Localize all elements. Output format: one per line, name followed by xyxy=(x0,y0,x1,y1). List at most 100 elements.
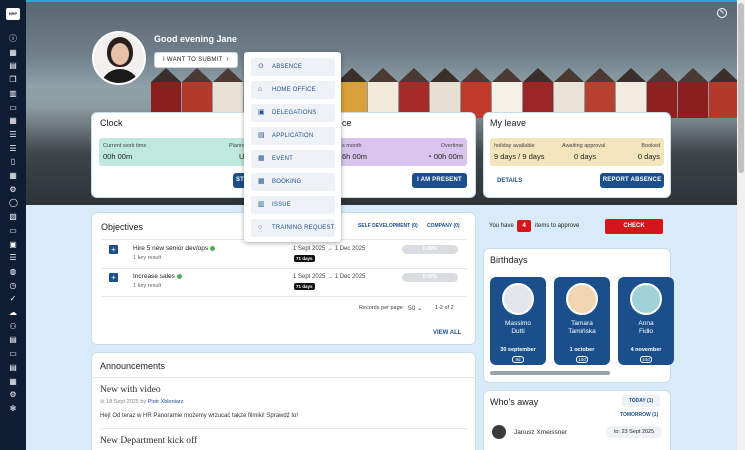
objective-subtitle: 1 key result xyxy=(133,283,162,289)
i-am-present-button[interactable]: I AM PRESENT xyxy=(412,173,467,188)
archive-icon[interactable]: ▤ xyxy=(9,363,17,372)
submit-menu: ⊙ ABSENCE ⌂ HOME OFFICE ▣ DELEGATIONS ▤ APPLICA… xyxy=(244,52,341,242)
announcement-date: 18 Sept 2025 by xyxy=(106,399,147,405)
menu-item-label: APPLICATION xyxy=(272,133,314,139)
scrollbar-thumb[interactable] xyxy=(738,3,744,173)
chat-icon[interactable]: ▭ xyxy=(9,226,17,235)
document-icon[interactable]: ▤ xyxy=(9,62,17,70)
report-absence-button[interactable]: REPORT ABSENCE xyxy=(600,173,664,188)
avatar xyxy=(630,283,662,315)
grid-icon[interactable]: ▦ xyxy=(9,48,17,57)
menu-item-training-request[interactable]: ○ TRAINING REQUEST xyxy=(251,219,335,237)
cloud-icon[interactable]: ☁ xyxy=(9,309,17,317)
awaiting-value: 0 days xyxy=(574,152,597,161)
menu-item-event[interactable]: ▦ EVENT xyxy=(251,150,335,168)
expand-objective-button[interactable]: + xyxy=(109,273,118,282)
records-per-page-select[interactable]: 50 ⌄ xyxy=(408,304,423,312)
greeting-text: Good evening Jane xyxy=(154,34,238,44)
info-icon[interactable]: ⓘ xyxy=(9,35,17,43)
circle-icon[interactable]: ◯ xyxy=(9,199,18,207)
away-until-badge: to: 23 Sept 2025 xyxy=(606,426,662,438)
booked-value: 0 days xyxy=(637,152,660,161)
list-icon[interactable]: ☰ xyxy=(9,130,17,139)
list-icon[interactable]: ☰ xyxy=(9,254,17,262)
progress-bar: 0.00% xyxy=(402,245,458,254)
tab-tomorrow[interactable]: TOMORROW (1) xyxy=(620,412,658,418)
divider xyxy=(100,428,467,429)
overtime-label: Overtime xyxy=(440,143,463,149)
person-icon[interactable]: ▯ xyxy=(9,158,17,166)
calendar-icon[interactable]: ▦ xyxy=(9,117,17,125)
avatar[interactable] xyxy=(92,31,146,85)
calendar-icon[interactable]: ▦ xyxy=(9,377,17,386)
last-name: Tamińska xyxy=(568,328,596,335)
objective-title-text: Increase sales xyxy=(133,273,175,280)
my-leave-card: My leave holiday available 9 days / 9 da… xyxy=(483,112,671,198)
objective-title[interactable]: Increase sales xyxy=(133,273,182,280)
card-icon[interactable]: ▭ xyxy=(9,350,17,358)
edit-banner-icon[interactable]: ✎ xyxy=(717,8,727,18)
check-button[interactable]: CHECK xyxy=(605,219,663,234)
menu-item-absence[interactable]: ⊙ ABSENCE xyxy=(251,58,335,76)
divider xyxy=(102,296,467,297)
chat-icon[interactable]: ▭ xyxy=(9,103,17,112)
hidden-eye-icon: ⊘ xyxy=(100,399,105,405)
copy-icon[interactable]: ❐ xyxy=(9,76,17,84)
month-label: s month xyxy=(342,143,362,149)
avatar xyxy=(502,283,534,315)
announcements-title: Announcements xyxy=(100,361,166,371)
people-icon[interactable]: ⚇ xyxy=(9,322,17,331)
horizontal-scrollbar[interactable] xyxy=(490,371,610,375)
announcement-author-link[interactable]: Piotr Xbłoniarz xyxy=(148,399,184,405)
announcement-meta: ⊘ 18 Sept 2025 by Piotr Xbłoniarz xyxy=(100,399,184,405)
app-logo[interactable]: HRP xyxy=(6,8,20,20)
check-icon[interactable]: ✓ xyxy=(9,295,17,303)
tab-company[interactable]: COMPANY (0) xyxy=(427,223,460,229)
book-icon[interactable]: ▣ xyxy=(9,240,17,249)
trash-icon: ▥ xyxy=(258,201,265,208)
menu-item-issue[interactable]: ▥ ISSUE xyxy=(251,196,335,214)
records-per-page-label: Records per page: xyxy=(359,305,405,311)
menu-item-booking[interactable]: ▦ BOOKING xyxy=(251,173,335,191)
birthday-card[interactable]: Tamara Tamińska 1 october 10d xyxy=(554,277,610,365)
menu-item-label: HOME OFFICE xyxy=(272,87,316,93)
objective-title[interactable]: Hire 5 new senior dev/ops xyxy=(133,245,216,252)
announcement-title[interactable]: New Department kick off xyxy=(100,436,197,446)
announcement-title[interactable]: New with video xyxy=(100,385,161,395)
birthday-card[interactable]: Massimo Dutti 30 september 9d xyxy=(490,277,546,365)
clock-title: Clock xyxy=(100,118,123,128)
settings-icon[interactable]: ⚙ xyxy=(9,185,17,194)
tab-today[interactable]: TODAY (1) xyxy=(622,395,660,407)
home-icon: ⌂ xyxy=(258,86,263,93)
person-clock-icon: ⊙ xyxy=(258,63,265,70)
last-name: Dutti xyxy=(511,328,525,335)
leave-panel: holiday available 9 days / 9 days Awaiti… xyxy=(490,138,664,166)
menu-item-home-office[interactable]: ⌂ HOME OFFICE xyxy=(251,81,335,99)
view-all-link[interactable]: VIEW ALL xyxy=(433,330,461,336)
calendar-icon[interactable]: ▦ xyxy=(9,172,17,180)
divider xyxy=(102,268,467,269)
birthday-date: 4 november xyxy=(630,347,662,353)
clock-icon[interactable]: ◷ xyxy=(9,281,17,290)
overtime-clock-icon: ◔ xyxy=(427,152,432,161)
birthday-card[interactable]: Anna Fidło 4 november 44d xyxy=(618,277,674,365)
details-link[interactable]: DETAILS xyxy=(497,178,522,184)
tab-self-development[interactable]: SELF DEVELOPMENT (0) xyxy=(358,223,418,229)
announcements-card: Announcements New with video ⊘ 18 Sept 2… xyxy=(91,352,476,450)
i-want-to-submit-button[interactable]: I WANT TO SUBMIT › xyxy=(154,52,238,68)
page-scrollbar[interactable] xyxy=(737,0,745,450)
image-icon[interactable]: ▨ xyxy=(9,213,17,221)
divider xyxy=(92,377,475,378)
booked-label: Booked xyxy=(641,143,660,149)
globe-icon[interactable]: ◍ xyxy=(9,267,17,276)
gear-icon[interactable]: ⚙ xyxy=(9,391,17,399)
menu-item-delegations[interactable]: ▣ DELEGATIONS xyxy=(251,104,335,122)
birthday-date: 30 september xyxy=(500,347,536,353)
expand-objective-button[interactable]: + xyxy=(109,245,118,254)
list-icon[interactable]: ☰ xyxy=(9,144,17,153)
document-icon[interactable]: ▤ xyxy=(9,336,17,344)
first-name: Anna xyxy=(638,320,654,327)
menu-item-application[interactable]: ▤ APPLICATION xyxy=(251,127,335,145)
bug-icon[interactable]: ✻ xyxy=(9,404,17,413)
file-icon[interactable]: ▥ xyxy=(9,89,17,98)
